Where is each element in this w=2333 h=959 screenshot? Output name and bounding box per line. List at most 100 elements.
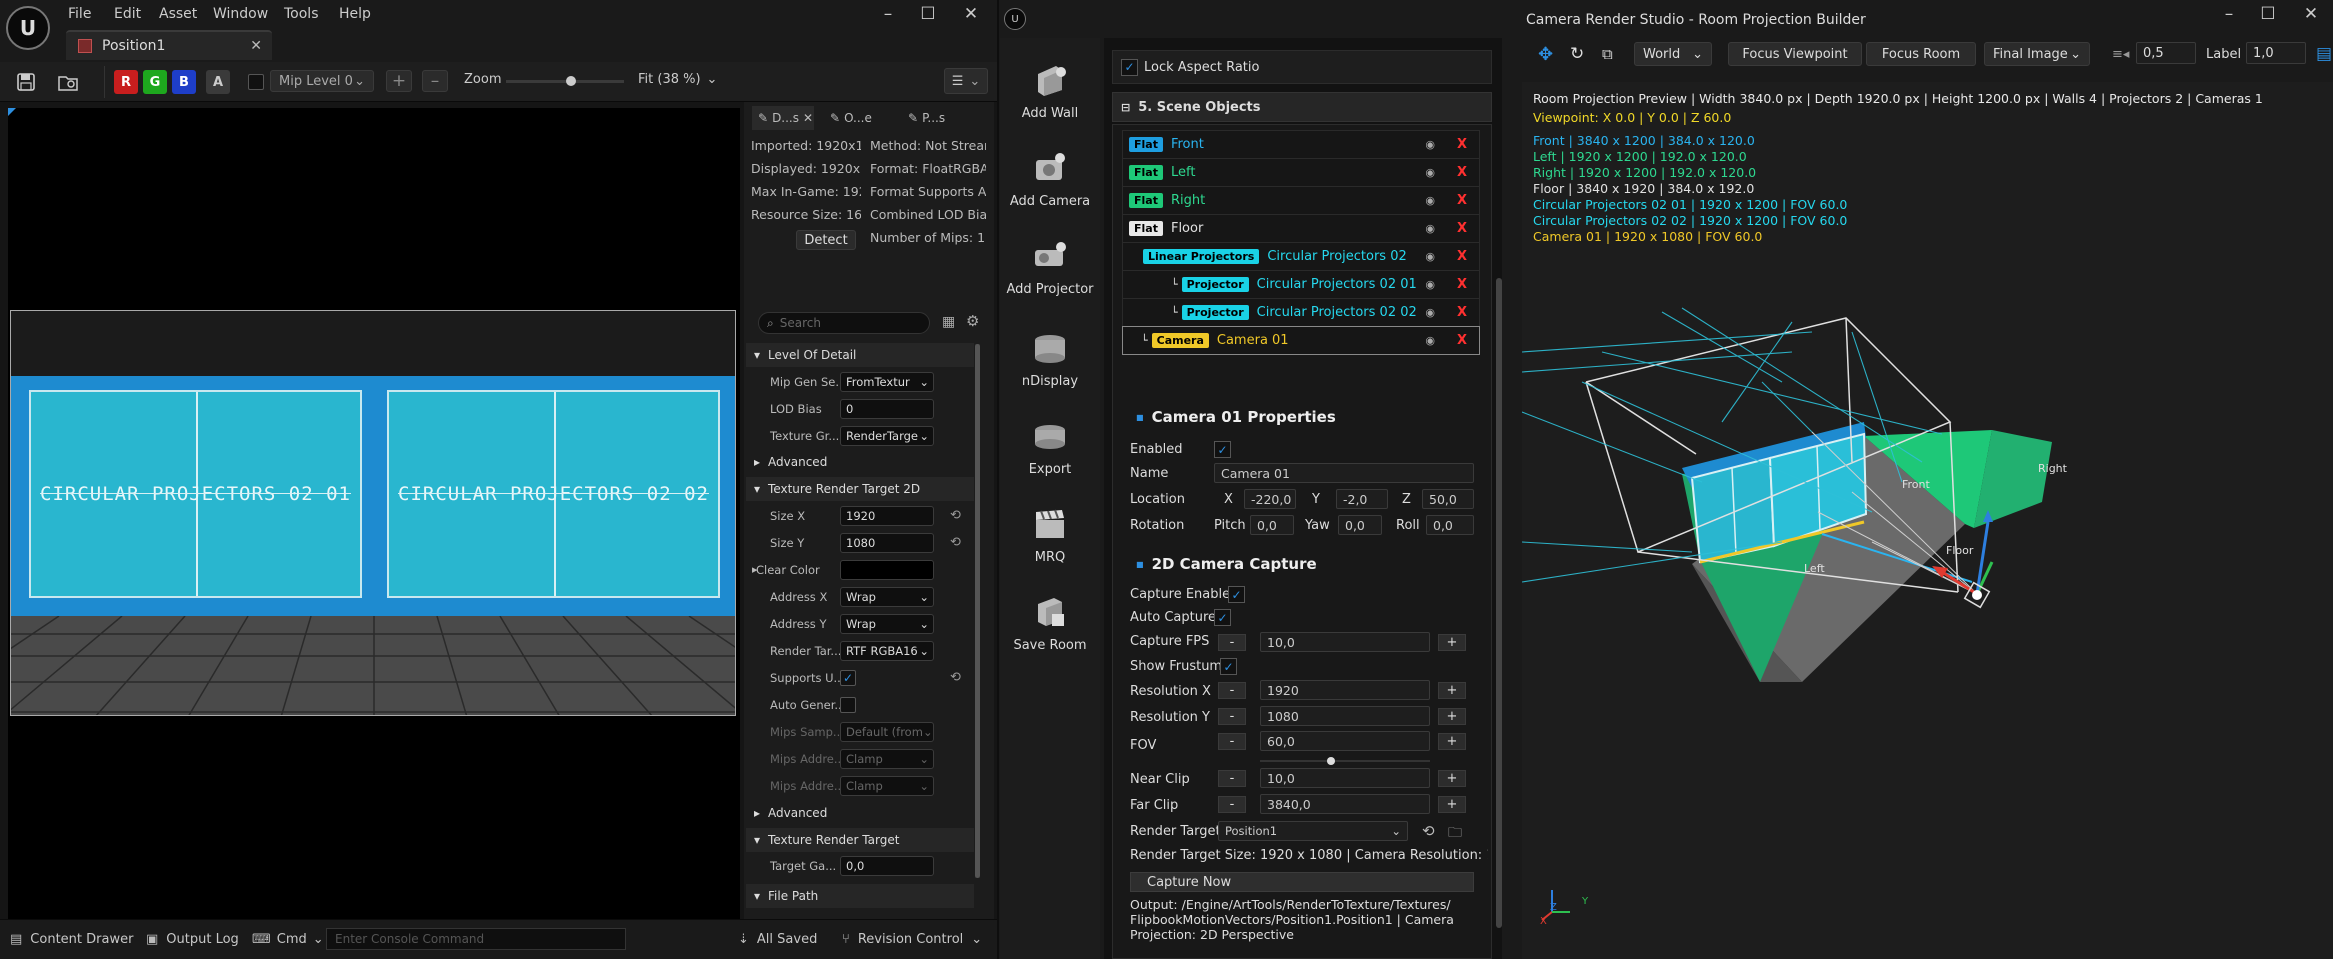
show-frustum-checkbox[interactable]: ✓ xyxy=(1220,658,1237,675)
scene-object-row[interactable]: └ Camera Camera 01 ◉ X xyxy=(1122,326,1480,355)
section-level-of-detail[interactable]: ▾ Level Of Detail xyxy=(746,343,974,367)
blue-channel-toggle[interactable]: B xyxy=(172,70,196,94)
tab-preview[interactable]: ✎ P...s xyxy=(908,106,945,130)
visibility-icon[interactable]: ◉ xyxy=(1425,194,1435,207)
move-tool-icon[interactable]: ✥ xyxy=(1538,42,1553,66)
menu-window[interactable]: Window xyxy=(213,6,268,24)
pitch-input[interactable]: 0,0 xyxy=(1250,515,1294,535)
ndisplay-button[interactable]: nDisplay xyxy=(1000,330,1100,389)
cmd-dropdown[interactable]: ⌨ Cmd ⌄ xyxy=(252,932,324,947)
section-texture-render-target-2d[interactable]: ▾ Texture Render Target 2D xyxy=(746,477,974,501)
visibility-icon[interactable]: ◉ xyxy=(1425,306,1435,319)
save-room-button[interactable]: Save Room xyxy=(1000,594,1100,653)
scene-object-row[interactable]: Flat Left ◉ X xyxy=(1122,158,1480,187)
scene-scrollbar[interactable] xyxy=(1496,278,1502,928)
section-file-path[interactable]: ▾ File Path xyxy=(746,884,974,908)
menu-help[interactable]: Help xyxy=(339,6,371,24)
section-texture-render-target[interactable]: ▾ Texture Render Target xyxy=(746,828,974,852)
property-checkbox[interactable] xyxy=(840,697,856,713)
browse-asset-icon[interactable] xyxy=(56,70,80,94)
property-value[interactable] xyxy=(840,560,934,580)
output-log-button[interactable]: ▣ Output Log xyxy=(146,932,239,947)
reset-icon[interactable]: ⟲ xyxy=(950,670,961,685)
delete-object-icon[interactable]: X xyxy=(1457,165,1467,180)
far-clip-decrement[interactable]: - xyxy=(1218,796,1246,813)
capture-now-button[interactable]: Capture Now xyxy=(1130,872,1474,892)
section-advanced-lod[interactable]: ▸ Advanced xyxy=(746,450,974,474)
alpha-channel-toggle[interactable]: A xyxy=(206,70,230,94)
property-value[interactable]: 1920 xyxy=(840,506,934,526)
delete-object-icon[interactable]: X xyxy=(1457,333,1467,348)
lock-aspect-checkbox[interactable]: ✓ xyxy=(1121,58,1138,76)
far-clip-input[interactable]: 3840,0 xyxy=(1260,794,1430,814)
reset-icon[interactable]: ⟲ xyxy=(950,535,961,550)
visibility-icon[interactable]: ◉ xyxy=(1425,334,1435,347)
fov-increment[interactable]: + xyxy=(1438,733,1466,750)
property-value[interactable]: RTF RGBA16 ⌄ xyxy=(840,641,934,661)
green-channel-toggle[interactable]: G xyxy=(143,70,167,94)
focus-viewpoint-button[interactable]: Focus Viewpoint xyxy=(1728,42,1862,66)
location-x-input[interactable]: -220,0 xyxy=(1244,489,1296,509)
document-tab[interactable]: Position1 ✕ xyxy=(66,30,272,60)
menu-file[interactable]: File xyxy=(68,6,91,24)
scene-object-row[interactable]: Linear Projectors Circular Projectors 02 ◉… xyxy=(1122,242,1480,271)
resolution-y-input[interactable]: 1080 xyxy=(1260,706,1430,726)
delete-object-icon[interactable]: X xyxy=(1457,137,1467,152)
mrq-button[interactable]: MRQ xyxy=(1000,506,1100,565)
table-view-icon[interactable]: ▦ xyxy=(942,314,955,330)
visibility-icon[interactable]: ◉ xyxy=(1425,222,1435,235)
property-value[interactable]: Clamp ⌄ xyxy=(840,776,934,796)
scene-object-row[interactable]: Flat Floor ◉ X xyxy=(1122,214,1480,243)
mip-level-checkbox[interactable] xyxy=(248,74,264,90)
tab-object[interactable]: ✎ O...e xyxy=(830,106,872,130)
tab-details[interactable]: ✎ D...s ✕ xyxy=(752,106,814,130)
far-clip-increment[interactable]: + xyxy=(1438,796,1466,813)
visibility-icon[interactable]: ◉ xyxy=(1425,278,1435,291)
view-mode-dropdown[interactable]: Final Image ⌄ xyxy=(1984,42,2090,66)
close-button[interactable]: ✕ xyxy=(956,4,986,26)
caret-right-icon[interactable]: ▸ xyxy=(752,563,758,576)
settings-menu-button[interactable]: ☰ ⌄ xyxy=(944,68,988,94)
near-clip-increment[interactable]: + xyxy=(1438,770,1466,787)
fov-decrement[interactable]: - xyxy=(1218,733,1246,750)
reset-icon[interactable]: ⟲ xyxy=(950,508,961,523)
menu-asset[interactable]: Asset xyxy=(159,6,197,24)
delete-object-icon[interactable]: X xyxy=(1457,305,1467,320)
fov-input[interactable]: 60,0 xyxy=(1260,731,1430,751)
property-value[interactable]: Default (from ⌄ xyxy=(840,722,934,742)
zoom-in-button[interactable]: + xyxy=(386,70,412,92)
add-wall-button[interactable]: Add Wall xyxy=(1000,62,1100,121)
browse-folder-icon[interactable]: 🗀 xyxy=(1448,822,1462,846)
property-value[interactable]: Wrap ⌄ xyxy=(840,587,934,607)
content-drawer-button[interactable]: ▤ Content Drawer xyxy=(10,932,133,947)
resolution-x-increment[interactable]: + xyxy=(1438,682,1466,699)
scene-object-row[interactable]: └ Projector Circular Projectors 02 02 ◉ X xyxy=(1122,298,1480,327)
fov-slider[interactable] xyxy=(1260,757,1430,765)
capture-fps-input[interactable]: 10,0 xyxy=(1260,632,1430,652)
delete-object-icon[interactable]: X xyxy=(1457,277,1467,292)
resolution-x-input[interactable]: 1920 xyxy=(1260,680,1430,700)
property-value[interactable]: RenderTarge ⌄ xyxy=(840,426,934,446)
capture-fps-decrement[interactable]: - xyxy=(1218,634,1246,651)
menu-edit[interactable]: Edit xyxy=(114,6,141,24)
enabled-checkbox[interactable]: ✓ xyxy=(1214,441,1231,458)
location-z-input[interactable]: 50,0 xyxy=(1422,489,1474,509)
red-channel-toggle[interactable]: R xyxy=(114,70,138,94)
add-camera-button[interactable]: Add Camera xyxy=(1000,150,1100,209)
scene-object-row[interactable]: Flat Front ◉ X xyxy=(1122,130,1480,159)
render-target-dropdown[interactable]: Position1 ⌄ xyxy=(1218,821,1408,841)
mip-level-dropdown[interactable]: Mip Level 0 ⌄ xyxy=(270,70,374,92)
minimize-button[interactable]: – xyxy=(2214,4,2244,26)
unreal-logo-icon[interactable]: U xyxy=(6,6,50,50)
coordinate-space-dropdown[interactable]: World ⌄ xyxy=(1634,42,1712,66)
camera-name-input[interactable]: Camera 01 xyxy=(1214,463,1474,483)
detect-button[interactable]: Detect xyxy=(796,230,856,250)
scale-input[interactable]: 0,5 xyxy=(2136,42,2196,64)
zoom-out-button[interactable]: – xyxy=(422,70,448,92)
visibility-icon[interactable]: ◉ xyxy=(1425,250,1435,263)
resolution-y-increment[interactable]: + xyxy=(1438,708,1466,725)
fit-zoom-dropdown[interactable]: Fit (38 %) ⌄ xyxy=(638,72,717,87)
property-value[interactable]: FromTextur ⌄ xyxy=(840,372,934,392)
use-selected-icon[interactable]: ⟲ xyxy=(1422,822,1435,840)
details-scrollbar[interactable] xyxy=(975,344,980,878)
